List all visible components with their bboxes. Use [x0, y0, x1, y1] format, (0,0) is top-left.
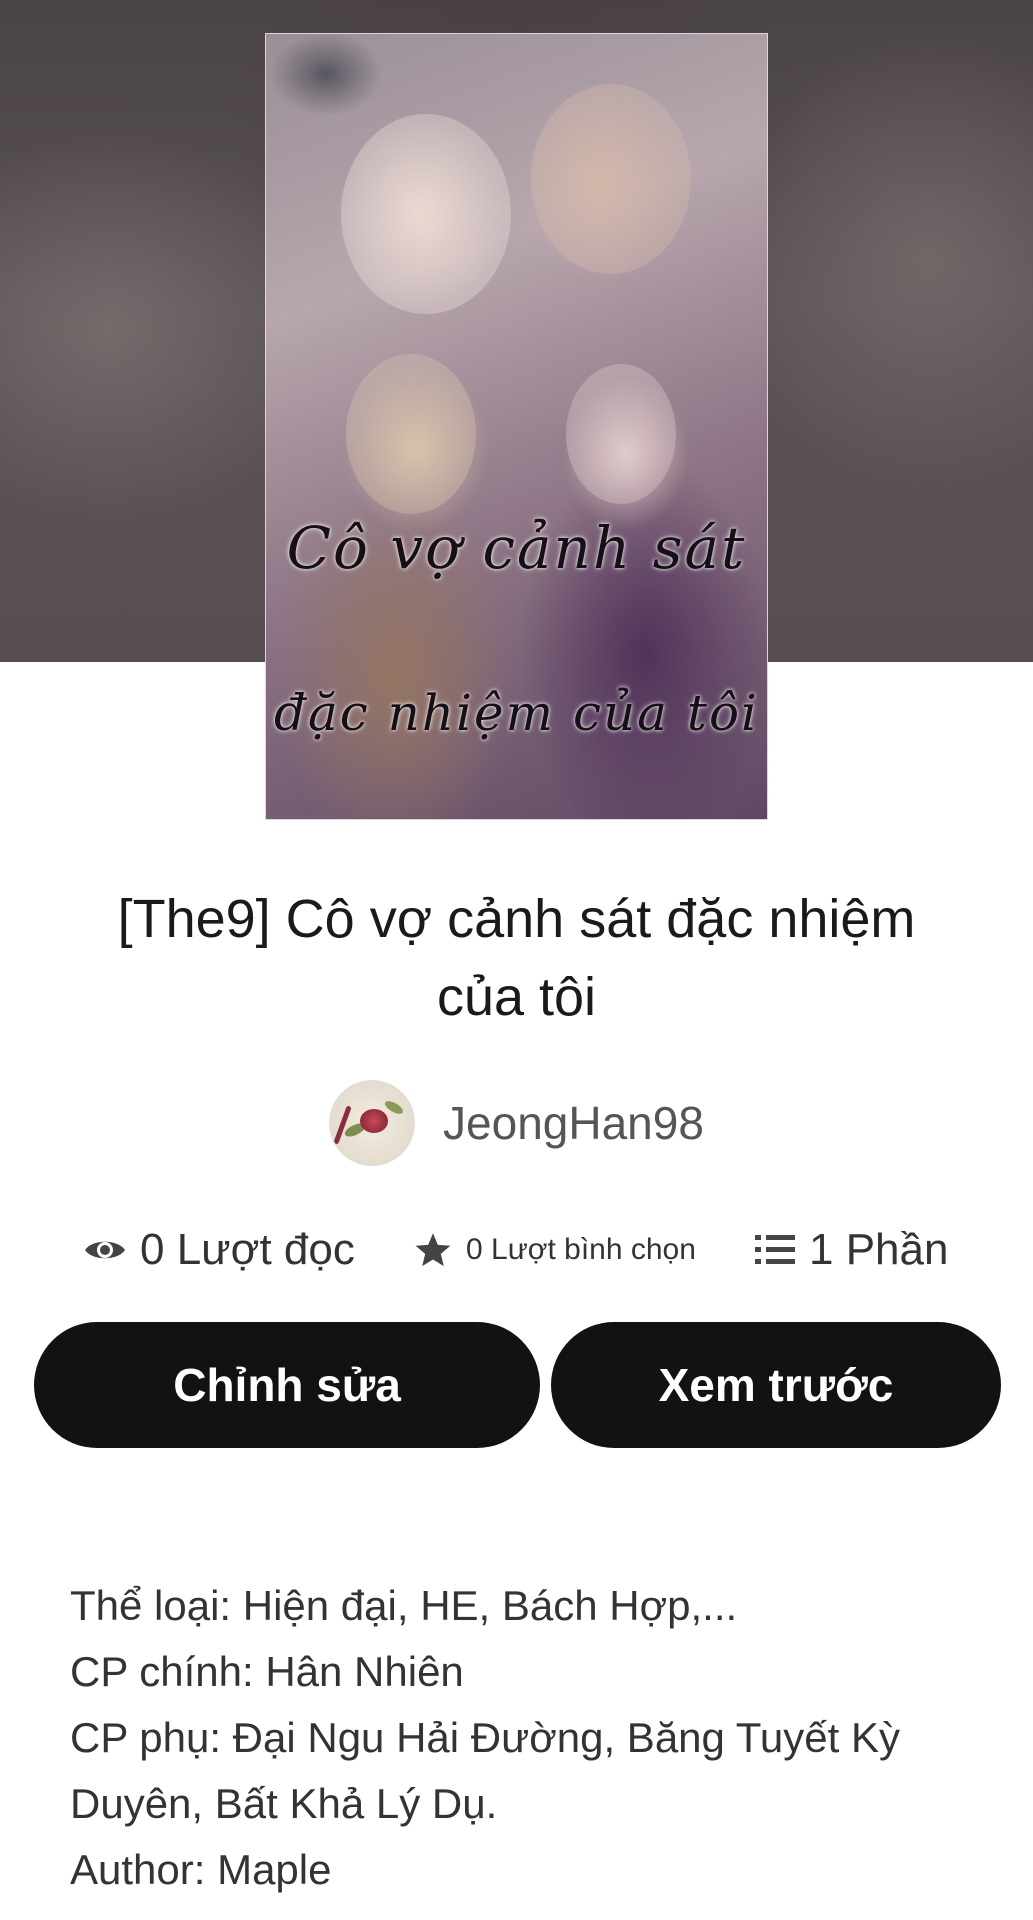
book-description: Thể loại: Hiện đại, HE, Bách Hợp,... CP …	[70, 1573, 970, 1903]
avatar-leaf	[383, 1098, 405, 1117]
star-icon	[414, 1232, 452, 1268]
stat-votes-label: 0 Lượt bình chọn	[466, 1233, 696, 1266]
preview-button-label: Xem trước	[658, 1359, 894, 1411]
description-line: Duyên, Bất Khả Lý Dụ.	[70, 1780, 498, 1827]
author-name[interactable]: JeongHan98	[443, 1096, 704, 1150]
cover-figure-3	[346, 354, 476, 514]
stat-reads: 0 Lượt đọc	[84, 1220, 355, 1280]
stat-parts-label: 1 Phần	[809, 1225, 949, 1274]
description-line: Thể loại: Hiện đại, HE, Bách Hợp,...	[70, 1582, 738, 1629]
avatar-rose	[360, 1109, 389, 1133]
stats-row: 0 Lượt đọc 0 Lượt bình chọn 1 Phần	[0, 1220, 1033, 1280]
author-row[interactable]: JeongHan98	[0, 1080, 1033, 1166]
avatar-stroke	[333, 1105, 352, 1145]
book-title: [The9] Cô vợ cảnh sát đặc nhiệm của tôi	[30, 880, 1003, 1036]
description-line: CP chính: Hân Nhiên	[70, 1648, 464, 1695]
edit-button[interactable]: Chỉnh sửa	[34, 1322, 540, 1448]
cover-title-line2: đặc nhiệm của tôi	[273, 684, 760, 742]
avatar[interactable]	[329, 1080, 416, 1166]
book-title-line1: [The9] Cô vợ cảnh sát đặc nhiệm	[117, 889, 916, 949]
description-line: CP phụ: Đại Ngu Hải Đường, Băng Tuyết Kỳ	[70, 1714, 900, 1761]
preview-button[interactable]: Xem trước	[551, 1322, 1001, 1448]
cover-figure-1	[341, 114, 511, 314]
description-line: Author: Maple	[70, 1846, 332, 1893]
cover-figure-2	[531, 84, 691, 274]
stat-parts: 1 Phần	[755, 1220, 948, 1280]
cover-title-line1: Cô vợ cảnh sát	[286, 514, 747, 582]
stat-reads-label: 0 Lượt đọc	[140, 1225, 355, 1274]
cover-figure-4	[566, 364, 676, 504]
book-cover-image[interactable]: Cô vợ cảnh sát đặc nhiệm của tôi	[265, 33, 768, 820]
list-icon	[755, 1233, 795, 1267]
book-title-line2: của tôi	[436, 967, 597, 1027]
stat-votes: 0 Lượt bình chọn	[414, 1220, 696, 1280]
eye-icon	[84, 1235, 126, 1265]
edit-button-label: Chỉnh sửa	[173, 1359, 401, 1411]
